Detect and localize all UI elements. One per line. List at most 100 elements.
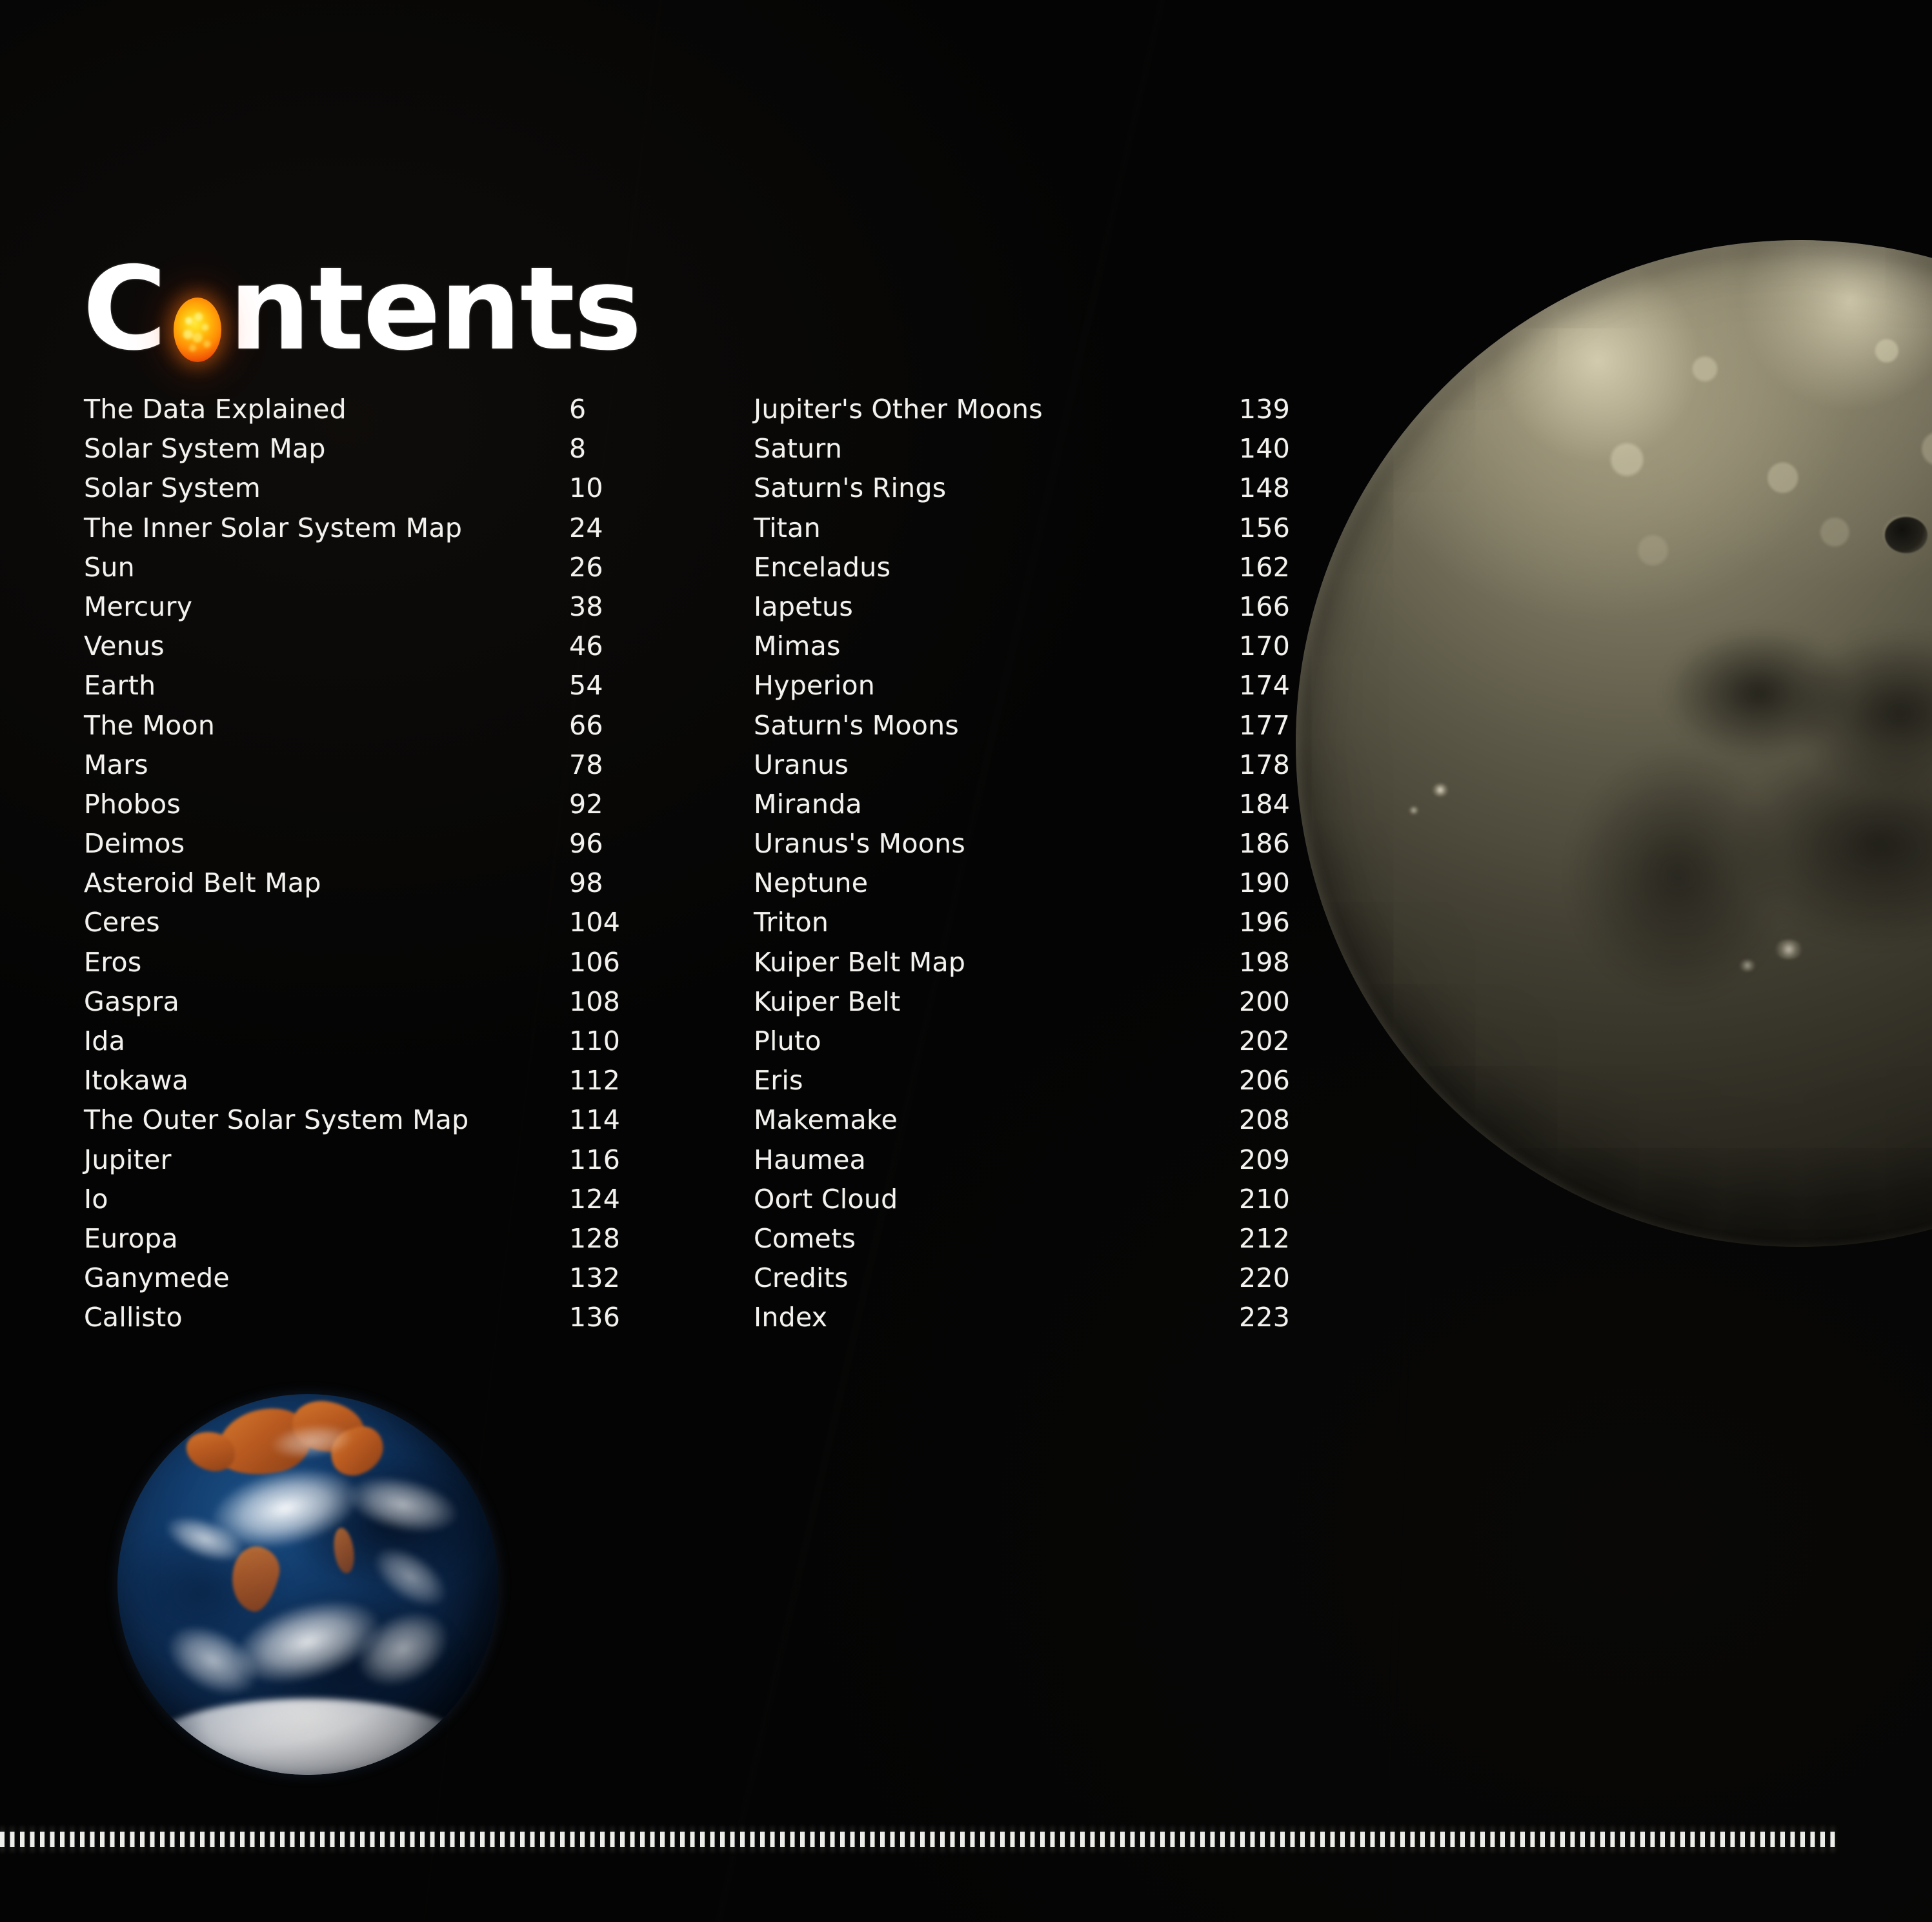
- toc-entry[interactable]: Comets 212: [754, 1222, 1309, 1261]
- moon-bright-crater: [1431, 784, 1449, 797]
- toc-entry[interactable]: Hyperion 174: [754, 669, 1309, 708]
- toc-entry-title: Mimas: [754, 631, 841, 662]
- toc-entry-title: Uranus: [754, 749, 849, 780]
- toc-entry[interactable]: Eros 106: [84, 946, 639, 985]
- toc-entry[interactable]: Saturn's Moons 177: [754, 709, 1309, 748]
- toc-entry-page-number: 200: [1239, 986, 1291, 1017]
- page-title: C ntents: [83, 241, 642, 377]
- earth-photo: [117, 1394, 498, 1775]
- toc-entry-page-number: 8: [569, 433, 587, 465]
- toc-entry-page-number: 178: [1239, 749, 1291, 780]
- toc-entry[interactable]: Index 223: [754, 1300, 1309, 1340]
- toc-entry-page-number: 114: [569, 1104, 621, 1136]
- toc-entry[interactable]: Oort Cloud 210: [754, 1182, 1309, 1222]
- toc-entry[interactable]: Asteroid Belt Map 98: [84, 866, 639, 905]
- toc-entry[interactable]: Ganymede 132: [84, 1261, 639, 1300]
- toc-entry[interactable]: The Outer Solar System Map 114: [84, 1103, 639, 1142]
- toc-entry[interactable]: Sun 26: [84, 551, 639, 590]
- toc-entry[interactable]: Io 124: [84, 1182, 639, 1222]
- toc-entry[interactable]: Credits 220: [754, 1261, 1309, 1300]
- toc-entry[interactable]: Mimas 170: [754, 629, 1309, 669]
- toc-entry-page-number: 209: [1239, 1144, 1291, 1175]
- toc-entry-page-number: 166: [1239, 591, 1291, 622]
- toc-entry-title: Makemake: [754, 1104, 898, 1136]
- toc-entry[interactable]: Solar System Map 8: [84, 432, 639, 471]
- toc-entry[interactable]: Haumea 209: [754, 1143, 1309, 1182]
- toc-entry-title: Earth: [84, 670, 156, 702]
- toc-entry-page-number: 96: [569, 828, 603, 860]
- toc-entry-page-number: 112: [569, 1065, 621, 1097]
- toc-entry-page-number: 46: [569, 631, 603, 662]
- moon-bright-crater: [1408, 805, 1419, 814]
- toc-entry[interactable]: Makemake 208: [754, 1103, 1309, 1142]
- toc-entry[interactable]: Mercury 38: [84, 590, 639, 629]
- toc-entry[interactable]: Pluto 202: [754, 1024, 1309, 1064]
- toc-entry-title: Saturn's Rings: [754, 472, 947, 504]
- moon-crater: [1884, 517, 1927, 553]
- toc-entry-page-number: 110: [569, 1026, 621, 1057]
- toc-entry[interactable]: Jupiter's Other Moons 139: [754, 392, 1309, 432]
- toc-entry[interactable]: Iapetus 166: [754, 590, 1309, 629]
- toc-entry[interactable]: Earth 54: [84, 669, 639, 708]
- toc-entry[interactable]: Gaspra 108: [84, 985, 639, 1024]
- toc-entry[interactable]: Neptune 190: [754, 866, 1309, 905]
- toc-entry-page-number: 177: [1239, 709, 1291, 741]
- toc-entry-title: Jupiter's Other Moons: [754, 394, 1043, 425]
- toc-entry-title: Jupiter: [84, 1144, 172, 1175]
- toc-entry-title: Gaspra: [84, 986, 180, 1017]
- toc-entry-page-number: 223: [1239, 1302, 1291, 1333]
- toc-entry[interactable]: Saturn's Rings 148: [754, 471, 1309, 511]
- toc-entry-page-number: 174: [1239, 670, 1291, 702]
- toc-entry[interactable]: Triton 196: [754, 905, 1309, 945]
- toc-entry-title: Ganymede: [84, 1262, 230, 1294]
- toc-entry-title: Mercury: [84, 591, 193, 622]
- toc-entry[interactable]: Europa 128: [84, 1222, 639, 1261]
- moon-bright-crater: [1738, 960, 1757, 972]
- toc-entry[interactable]: Kuiper Belt Map 198: [754, 946, 1309, 985]
- toc-entry[interactable]: Miranda 184: [754, 787, 1309, 827]
- toc-entry[interactable]: Enceladus 162: [754, 551, 1309, 590]
- toc-entry-title: Saturn: [754, 433, 843, 465]
- toc-entry-page-number: 92: [569, 788, 603, 820]
- toc-entry-page-number: 208: [1239, 1104, 1291, 1136]
- toc-entry-title: Solar System: [84, 472, 261, 504]
- toc-entry[interactable]: Jupiter 116: [84, 1143, 639, 1182]
- toc-entry[interactable]: Saturn 140: [754, 432, 1309, 471]
- toc-entry-page-number: 128: [569, 1222, 621, 1254]
- toc-entry[interactable]: Solar System 10: [84, 471, 639, 511]
- toc-entry[interactable]: Itokawa 112: [84, 1064, 639, 1103]
- toc-entry-page-number: 10: [569, 472, 603, 504]
- toc-entry-title: Iapetus: [754, 591, 853, 622]
- toc-entry[interactable]: The Data Explained 6: [84, 392, 639, 432]
- toc-entry-page-number: 196: [1239, 907, 1291, 938]
- toc-entry[interactable]: Titan 156: [754, 511, 1309, 551]
- toc-entry-page-number: 104: [569, 907, 621, 938]
- toc-entry[interactable]: Ida 110: [84, 1024, 639, 1064]
- toc-entry[interactable]: Callisto 136: [84, 1300, 639, 1340]
- toc-entry[interactable]: Ceres 104: [84, 905, 639, 945]
- toc-entry[interactable]: Uranus 178: [754, 748, 1309, 787]
- toc-entry-page-number: 139: [1239, 394, 1291, 425]
- toc-entry-page-number: 186: [1239, 828, 1291, 860]
- toc-entry[interactable]: Mars 78: [84, 748, 639, 787]
- title-sun-slot: [167, 298, 229, 362]
- toc-entry-page-number: 106: [569, 946, 621, 978]
- toc-entry-page-number: 184: [1239, 788, 1291, 820]
- toc-entry-title: Triton: [754, 907, 829, 938]
- toc-entry[interactable]: The Moon 66: [84, 709, 639, 748]
- toc-entry-page-number: 54: [569, 670, 603, 702]
- toc-entry-page-number: 212: [1239, 1222, 1291, 1254]
- toc-entry-title: Kuiper Belt: [754, 986, 901, 1017]
- toc-entry[interactable]: Deimos 96: [84, 827, 639, 866]
- toc-entry[interactable]: Eris 206: [754, 1064, 1309, 1103]
- toc-entry[interactable]: Uranus's Moons 186: [754, 827, 1309, 866]
- toc-entry-title: Credits: [754, 1262, 849, 1294]
- toc-entry-title: Solar System Map: [84, 433, 326, 465]
- toc-entry-title: Hyperion: [754, 670, 876, 702]
- toc-entry[interactable]: Kuiper Belt 200: [754, 985, 1309, 1024]
- toc-entry[interactable]: Phobos 92: [84, 787, 639, 827]
- toc-entry-title: The Inner Solar System Map: [84, 512, 463, 543]
- toc-entry-page-number: 6: [569, 394, 587, 425]
- toc-entry[interactable]: The Inner Solar System Map 24: [84, 511, 639, 551]
- toc-entry[interactable]: Venus 46: [84, 629, 639, 669]
